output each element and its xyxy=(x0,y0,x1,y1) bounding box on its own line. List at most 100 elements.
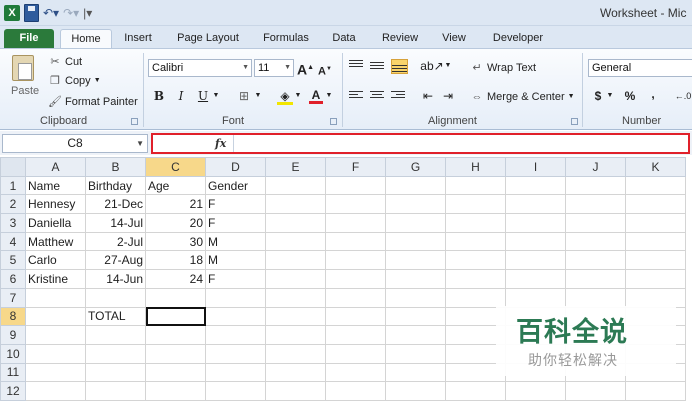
cell[interactable]: Carlo xyxy=(25,250,86,271)
cell[interactable] xyxy=(625,287,686,308)
orientation-dropdown-icon[interactable]: ▼ xyxy=(444,57,452,75)
column-header[interactable]: E xyxy=(265,157,326,177)
cell[interactable] xyxy=(445,269,506,289)
cell[interactable] xyxy=(25,325,86,345)
tab-developer[interactable]: Developer xyxy=(488,29,548,48)
cell[interactable] xyxy=(505,287,566,308)
cell[interactable] xyxy=(205,343,266,364)
redo-icon[interactable]: ↷▾ xyxy=(63,4,79,22)
row-header[interactable]: 2 xyxy=(0,194,26,215)
cell[interactable] xyxy=(25,381,86,401)
column-header[interactable]: J xyxy=(565,157,626,177)
cell[interactable] xyxy=(445,213,506,233)
wrap-text-button[interactable]: ↵ Wrap Text xyxy=(470,60,536,76)
cell[interactable] xyxy=(85,287,146,308)
save-icon[interactable] xyxy=(24,4,39,22)
cell[interactable]: 30 xyxy=(145,231,206,252)
tab-view[interactable]: View xyxy=(438,29,470,48)
cell[interactable] xyxy=(445,381,506,401)
select-all-corner[interactable] xyxy=(0,157,26,177)
cell[interactable] xyxy=(505,175,566,196)
cell[interactable] xyxy=(565,175,626,196)
chevron-down-icon[interactable]: ▼ xyxy=(136,135,144,152)
cell[interactable] xyxy=(325,381,386,401)
cell[interactable]: Gender xyxy=(205,175,266,196)
cell[interactable]: 14-Jul xyxy=(85,213,146,233)
column-header[interactable]: A xyxy=(25,157,86,177)
cell[interactable] xyxy=(625,250,686,271)
active-cell[interactable] xyxy=(145,306,206,327)
cell[interactable] xyxy=(385,213,446,233)
cell[interactable]: 2-Jul xyxy=(85,231,146,252)
copy-dropdown-icon[interactable]: ▼ xyxy=(94,73,101,89)
column-header[interactable]: K xyxy=(625,157,686,177)
currency-button[interactable]: $ xyxy=(592,87,604,105)
cell[interactable] xyxy=(25,306,86,327)
copy-button[interactable]: ❐ Copy ▼ xyxy=(48,73,101,89)
cell[interactable] xyxy=(325,213,386,233)
cell[interactable] xyxy=(445,231,506,252)
cell[interactable] xyxy=(265,381,326,401)
tab-insert[interactable]: Insert xyxy=(118,29,158,48)
row-header[interactable]: 4 xyxy=(0,231,26,252)
cell[interactable] xyxy=(265,175,326,196)
cell[interactable] xyxy=(325,175,386,196)
merge-dropdown-icon[interactable]: ▼ xyxy=(568,89,575,105)
align-middle-icon[interactable] xyxy=(370,60,384,72)
cell[interactable] xyxy=(325,362,386,383)
align-bottom-icon[interactable] xyxy=(391,59,408,74)
paste-button[interactable]: Paste xyxy=(11,85,39,97)
cell[interactable] xyxy=(385,381,446,401)
increase-indent-icon[interactable]: ⇥ xyxy=(440,87,456,105)
cell[interactable] xyxy=(25,287,86,308)
increase-decimal-icon[interactable]: ←.0 xyxy=(674,87,692,105)
cell[interactable] xyxy=(385,362,446,383)
row-header[interactable]: 1 xyxy=(0,175,26,196)
cell[interactable] xyxy=(505,381,566,401)
cell[interactable] xyxy=(565,194,626,215)
cell[interactable] xyxy=(385,175,446,196)
cell[interactable] xyxy=(85,343,146,364)
cell[interactable]: M xyxy=(205,250,266,271)
cell[interactable] xyxy=(505,194,566,215)
cell[interactable] xyxy=(145,381,206,401)
align-center-icon[interactable] xyxy=(370,89,384,101)
tab-data[interactable]: Data xyxy=(328,29,360,48)
align-left-icon[interactable] xyxy=(349,89,363,101)
currency-dropdown-icon[interactable]: ▼ xyxy=(606,87,614,105)
row-header[interactable]: 9 xyxy=(0,325,26,345)
cell[interactable] xyxy=(265,213,326,233)
insert-function-button[interactable]: fx xyxy=(215,137,226,150)
cell[interactable] xyxy=(265,306,326,327)
cell[interactable] xyxy=(325,231,386,252)
font-color-dropdown-icon[interactable]: ▼ xyxy=(325,87,333,105)
cell[interactable] xyxy=(385,325,446,345)
cell[interactable]: TOTAL xyxy=(85,306,146,327)
cell[interactable] xyxy=(325,287,386,308)
undo-icon[interactable]: ↶▾ xyxy=(43,4,59,22)
cell[interactable] xyxy=(85,325,146,345)
cell[interactable]: Matthew xyxy=(25,231,86,252)
cell[interactable]: 27-Aug xyxy=(85,250,146,271)
cell[interactable] xyxy=(565,231,626,252)
italic-button[interactable]: I xyxy=(174,87,188,105)
column-header[interactable]: F xyxy=(325,157,386,177)
paste-icon[interactable] xyxy=(12,55,34,81)
cell[interactable]: 21-Dec xyxy=(85,194,146,215)
cell[interactable] xyxy=(265,325,326,345)
cell[interactable] xyxy=(505,213,566,233)
cell[interactable] xyxy=(325,194,386,215)
cell[interactable] xyxy=(385,269,446,289)
cell[interactable]: 20 xyxy=(145,213,206,233)
cell[interactable] xyxy=(625,213,686,233)
cell[interactable]: F xyxy=(205,213,266,233)
cell[interactable] xyxy=(385,343,446,364)
cell[interactable] xyxy=(85,381,146,401)
cell[interactable]: Name xyxy=(25,175,86,196)
grow-font-button[interactable]: A▲ xyxy=(297,59,314,78)
orientation-icon[interactable]: ab↗ xyxy=(420,57,444,75)
number-format-combo[interactable]: General xyxy=(588,59,692,77)
bold-button[interactable]: B xyxy=(152,87,166,105)
row-header[interactable]: 11 xyxy=(0,362,26,383)
row-header[interactable]: 5 xyxy=(0,250,26,271)
